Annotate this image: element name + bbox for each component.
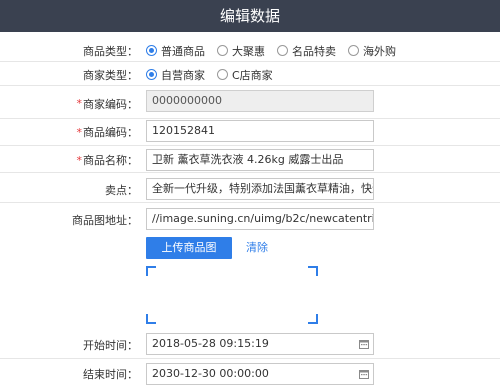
start-time-input[interactable]: 2018-05-28 09:15:19 xyxy=(146,333,374,355)
radio-label: 自营商家 xyxy=(161,68,205,82)
corner-mark-icon xyxy=(146,266,156,276)
radio-label: 大聚惠 xyxy=(232,44,265,58)
product-name-input[interactable]: 卫新 薰衣草洗衣液 4.26kg 威露士出品 xyxy=(146,149,374,171)
selling-point-label: 卖点： xyxy=(105,183,138,197)
image-preview-area xyxy=(146,266,318,324)
radio-dot-icon xyxy=(146,45,157,56)
clear-image-link[interactable]: 清除 xyxy=(246,237,268,259)
radio-dot-icon xyxy=(217,69,228,80)
radio-product-type-normal[interactable]: 普通商品 xyxy=(146,43,205,59)
corner-mark-icon xyxy=(146,314,156,324)
merchant-type-radio-group: 自营商家 C店商家 xyxy=(146,64,285,85)
end-time-value: 2030-12-30 00:00:00 xyxy=(152,367,269,380)
end-time-input[interactable]: 2030-12-30 00:00:00 xyxy=(146,363,374,385)
radio-dot-icon xyxy=(217,45,228,56)
product-type-radio-group: 普通商品 大聚惠 名品特卖 海外购 xyxy=(146,40,408,61)
radio-label: C店商家 xyxy=(232,68,273,82)
start-time-value: 2018-05-28 09:15:19 xyxy=(152,337,269,350)
merchant-type-row: 商家类型： 自营商家 C店商家 xyxy=(0,64,500,86)
corner-mark-icon xyxy=(308,266,318,276)
radio-merchant-type-self[interactable]: 自营商家 xyxy=(146,67,205,83)
merchant-code-field: 0000000000 xyxy=(146,90,374,112)
radio-product-type-juhui[interactable]: 大聚惠 xyxy=(217,43,265,59)
label-text: 商品名称： xyxy=(83,154,138,167)
product-type-row: 商品类型： 普通商品 大聚惠 名品特卖 海外购 xyxy=(0,40,500,62)
radio-dot-icon xyxy=(146,69,157,80)
dialog-title: 编辑数据 xyxy=(0,0,500,32)
calendar-icon[interactable] xyxy=(359,339,369,349)
radio-label: 名品特卖 xyxy=(292,44,336,58)
radio-product-type-overseas[interactable]: 海外购 xyxy=(348,43,396,59)
label-text: 商家编码： xyxy=(83,97,138,111)
product-code-label: * 商品编码： xyxy=(77,119,139,145)
required-mark: * xyxy=(76,97,83,110)
label-text: 商品编码： xyxy=(83,126,138,139)
selling-point-input[interactable]: 全新一代升级，特别添加法国薰衣草精油，快速去 xyxy=(146,178,374,200)
start-time-label: 开始时间： xyxy=(83,339,138,352)
merchant-code-label: * 商家编码： xyxy=(77,89,139,118)
required-mark: * xyxy=(76,153,83,167)
calendar-icon[interactable] xyxy=(359,369,369,379)
image-url-input[interactable]: //image.suning.cn/uimg/b2c/newcatentries… xyxy=(146,208,374,230)
radio-merchant-type-c-store[interactable]: C店商家 xyxy=(217,67,273,83)
upload-image-button[interactable]: 上传商品图 xyxy=(146,237,232,259)
radio-dot-icon xyxy=(277,45,288,56)
corner-mark-icon xyxy=(308,314,318,324)
product-code-input[interactable]: 120152841 xyxy=(146,120,374,142)
required-mark: * xyxy=(76,125,83,139)
radio-product-type-brand-sale[interactable]: 名品特卖 xyxy=(277,43,336,59)
radio-label: 普通商品 xyxy=(161,44,205,58)
product-name-label: * 商品名称： xyxy=(77,148,139,172)
end-time-label: 结束时间： xyxy=(83,368,138,381)
image-url-label: 商品图地址： xyxy=(72,214,138,227)
merchant-type-label: 商家类型： xyxy=(83,68,138,82)
product-type-label: 商品类型： xyxy=(83,44,138,58)
radio-dot-icon xyxy=(348,45,359,56)
radio-label: 海外购 xyxy=(363,44,396,58)
